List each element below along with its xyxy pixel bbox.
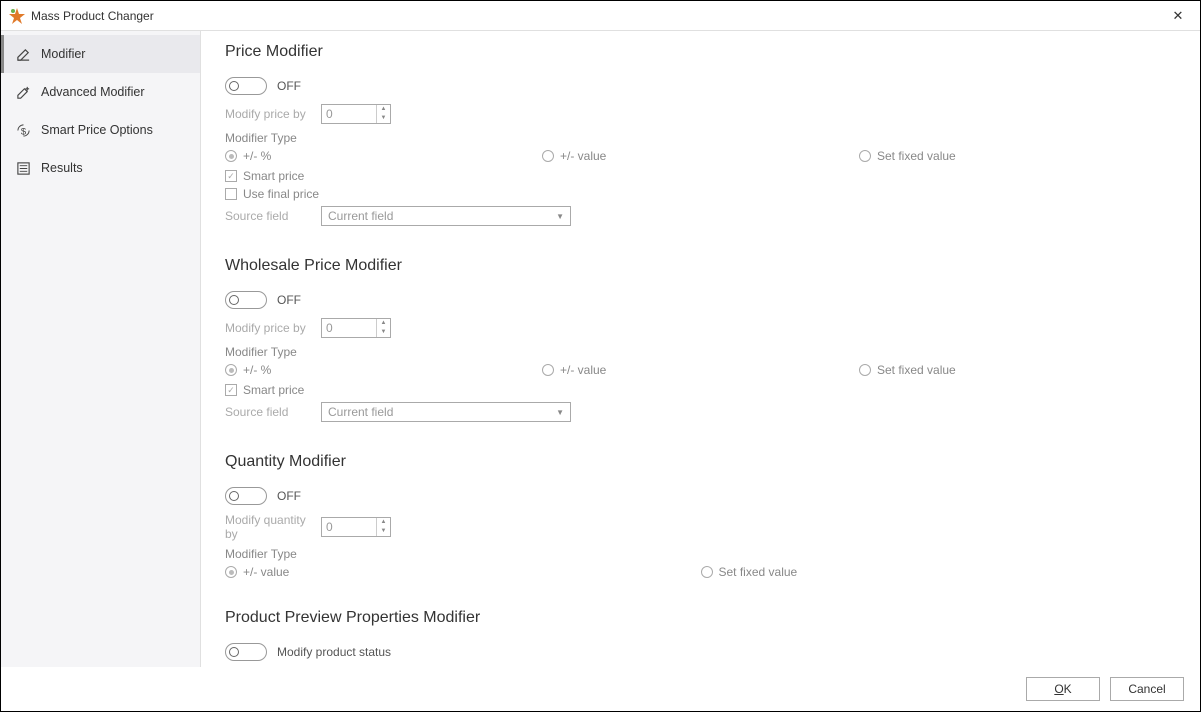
footer: OK Cancel [1, 667, 1200, 711]
modify-price-label: Modify price by [225, 107, 321, 121]
cancel-button[interactable]: Cancel [1110, 677, 1184, 701]
window-title: Mass Product Changer [31, 9, 1164, 23]
content-area: Price Modifier OFF Modify price by ▲▼ Mo… [201, 31, 1200, 711]
radio-plusminus-value[interactable]: +/- value [542, 149, 859, 163]
app-icon [9, 8, 25, 24]
radio-plusminus-percent[interactable]: +/- % [225, 363, 542, 377]
section-heading: Wholesale Price Modifier [225, 257, 1176, 275]
modify-price-input[interactable]: ▲▼ [321, 104, 391, 124]
section-quantity-modifier: Quantity Modifier OFF Modify quantity by… [225, 453, 1176, 579]
body: Modifier Advanced Modifier $ Smart Price… [1, 31, 1200, 711]
sidebar-item-smart-price[interactable]: $ Smart Price Options [1, 111, 200, 149]
modify-wholesale-input[interactable]: ▲▼ [321, 318, 391, 338]
quantity-modifier-type: +/- value Set fixed value [225, 565, 1176, 579]
section-heading: Product Preview Properties Modifier [225, 609, 1176, 627]
section-heading: Price Modifier [225, 43, 1176, 61]
chevron-down-icon: ▼ [556, 212, 564, 221]
wholesale-source-select[interactable]: Current field▼ [321, 402, 571, 422]
sidebar-item-label: Results [41, 161, 83, 175]
spinner-up-icon[interactable]: ▲ [377, 319, 390, 328]
modify-wholesale-label: Modify price by [225, 321, 321, 335]
radio-set-fixed[interactable]: Set fixed value [701, 565, 1177, 579]
wholesale-smart-price-check[interactable]: Smart price [225, 383, 1176, 397]
sidebar-item-advanced-modifier[interactable]: Advanced Modifier [1, 73, 200, 111]
use-final-price-check[interactable]: Use final price [225, 187, 1176, 201]
source-field-label: Source field [225, 209, 321, 223]
list-icon [15, 160, 31, 176]
close-button[interactable]: ✕ [1164, 8, 1192, 24]
section-preview-modifier: Product Preview Properties Modifier Modi… [225, 609, 1176, 663]
wholesale-toggle-label: OFF [277, 293, 301, 307]
modify-price-value[interactable] [322, 105, 376, 123]
spinner-up-icon[interactable]: ▲ [377, 518, 390, 527]
preview-toggle-label: Modify product status [277, 645, 391, 659]
source-field-select[interactable]: Current field▼ [321, 206, 571, 226]
sidebar-item-modifier[interactable]: Modifier [1, 35, 200, 73]
spinner-up-icon[interactable]: ▲ [377, 105, 390, 114]
modifier-type-label: Modifier Type [225, 547, 1176, 561]
wholesale-toggle[interactable] [225, 291, 267, 309]
sidebar-item-results[interactable]: Results [1, 149, 200, 187]
edit-plus-icon [15, 84, 31, 100]
section-price-modifier: Price Modifier OFF Modify price by ▲▼ Mo… [225, 43, 1176, 227]
preview-toggle[interactable] [225, 643, 267, 661]
chevron-down-icon: ▼ [556, 408, 564, 417]
modify-quantity-value[interactable] [322, 518, 376, 536]
edit-icon [15, 46, 31, 62]
radio-plusminus-value[interactable]: +/- value [542, 363, 859, 377]
price-toggle[interactable] [225, 77, 267, 95]
section-wholesale-price-modifier: Wholesale Price Modifier OFF Modify pric… [225, 257, 1176, 423]
modifier-type-label: Modifier Type [225, 131, 1176, 145]
modify-quantity-input[interactable]: ▲▼ [321, 517, 391, 537]
sidebar-item-label: Advanced Modifier [41, 85, 145, 99]
radio-plusminus-value[interactable]: +/- value [225, 565, 701, 579]
spinner-down-icon[interactable]: ▼ [377, 114, 390, 123]
section-heading: Quantity Modifier [225, 453, 1176, 471]
radio-set-fixed[interactable]: Set fixed value [859, 149, 1176, 163]
price-toggle-label: OFF [277, 79, 301, 93]
wholesale-modifier-type: +/- % +/- value Set fixed value [225, 363, 1176, 377]
quantity-toggle-label: OFF [277, 489, 301, 503]
titlebar: Mass Product Changer ✕ [1, 1, 1200, 31]
spinner-down-icon[interactable]: ▼ [377, 328, 390, 337]
modify-quantity-label: Modify quantity by [225, 513, 321, 541]
radio-set-fixed[interactable]: Set fixed value [859, 363, 1176, 377]
svg-text:$: $ [20, 126, 26, 136]
ok-button[interactable]: OK [1026, 677, 1100, 701]
wholesale-source-label: Source field [225, 405, 321, 419]
sidebar-item-label: Smart Price Options [41, 123, 153, 137]
modify-wholesale-value[interactable] [322, 319, 376, 337]
sidebar: Modifier Advanced Modifier $ Smart Price… [1, 31, 201, 711]
main-window: Mass Product Changer ✕ Modifier Advanced… [0, 0, 1201, 712]
smart-price-check[interactable]: Smart price [225, 169, 1176, 183]
dollar-arrows-icon: $ [15, 122, 31, 138]
quantity-toggle[interactable] [225, 487, 267, 505]
price-modifier-type: +/- % +/- value Set fixed value [225, 149, 1176, 163]
modifier-type-label: Modifier Type [225, 345, 1176, 359]
spinner-down-icon[interactable]: ▼ [377, 527, 390, 536]
sidebar-item-label: Modifier [41, 47, 85, 61]
radio-plusminus-percent[interactable]: +/- % [225, 149, 542, 163]
